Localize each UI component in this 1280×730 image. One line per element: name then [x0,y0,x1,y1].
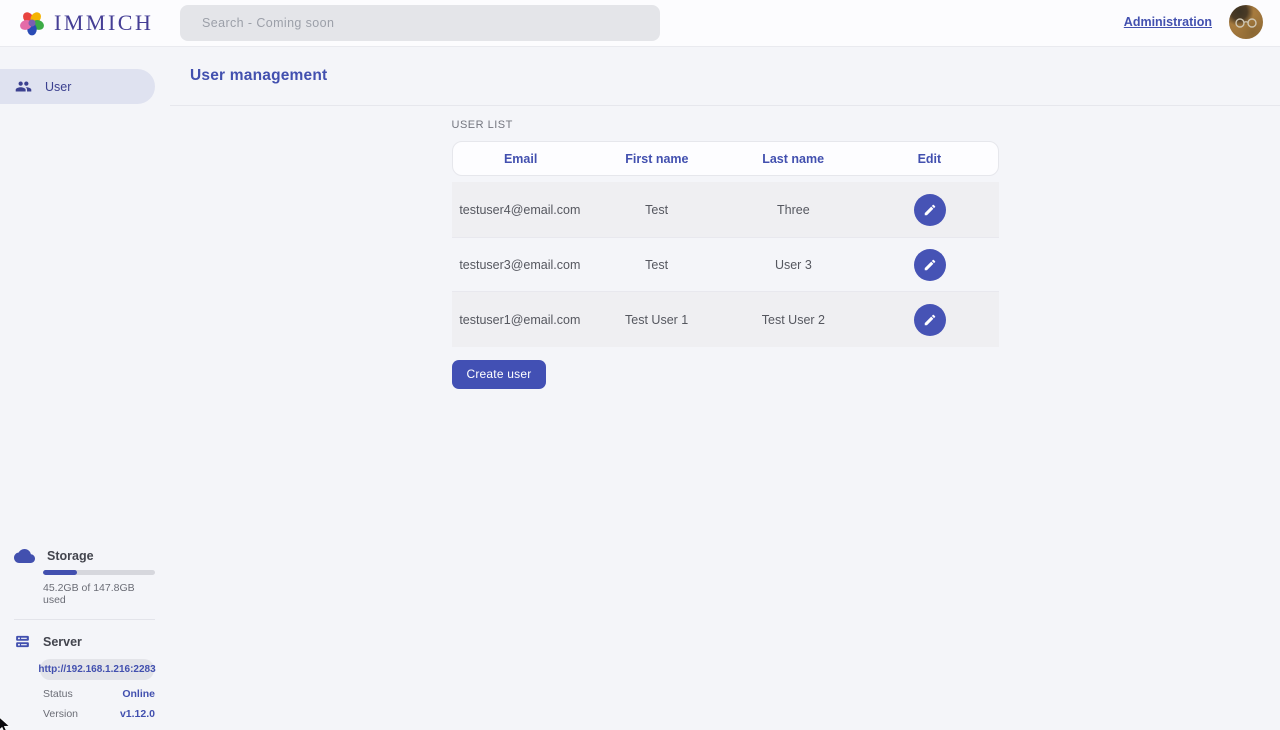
edit-user-button[interactable] [914,249,946,281]
server-icon [14,633,31,650]
administration-link[interactable]: Administration [1124,15,1212,29]
storage-progress-fill [43,570,77,575]
sidebar-item-label: User [45,80,71,94]
immich-admin-page: IMMICH Administration User [0,0,1280,730]
status-label: Status [43,688,73,700]
cell-email: testuser3@email.com [452,258,589,272]
cloud-icon [14,548,35,563]
pencil-icon [923,258,937,272]
user-avatar[interactable] [1229,5,1263,39]
server-version-row: Version v1.12.0 [43,708,155,720]
table-row: testuser4@email.com Test Three [452,182,999,237]
cell-last-name: User 3 [725,258,862,272]
cell-first-name: Test [588,258,725,272]
cell-email: testuser1@email.com [452,313,589,327]
status-value: Online [122,688,155,700]
admin-sidebar: User Storage 45.2GB of 147.8GB used [0,47,170,730]
column-header-edit: Edit [861,152,997,166]
column-header-email: Email [453,152,589,166]
users-icon [15,78,32,95]
main-content: User management USER LIST Email First na… [170,47,1280,730]
table-row: testuser3@email.com Test User 3 [452,237,999,292]
user-table-header: Email First name Last name Edit [452,141,999,176]
storage-section-header: Storage [14,548,155,563]
user-table-body: testuser4@email.com Test Three testuser3… [452,182,999,347]
edit-user-button[interactable] [914,194,946,226]
mouse-cursor-icon [0,715,13,730]
search-input[interactable] [180,5,660,41]
cell-edit [862,304,999,336]
column-header-first-name: First name [589,152,725,166]
page-title: User management [190,67,327,85]
pencil-icon [923,313,937,327]
cell-edit [862,249,999,281]
cell-first-name: Test User 1 [588,313,725,327]
version-label: Version [43,708,78,720]
cell-email: testuser4@email.com [452,203,589,217]
column-header-last-name: Last name [725,152,861,166]
immich-logo[interactable]: IMMICH [18,9,153,37]
cell-last-name: Test User 2 [725,313,862,327]
sidebar-divider [14,619,155,620]
cell-last-name: Three [725,203,862,217]
user-list-section: USER LIST Email First name Last name Edi… [452,119,999,389]
storage-usage-text: 45.2GB of 147.8GB used [43,582,155,606]
page-title-bar: User management [170,47,1280,106]
sidebar-footer: Storage 45.2GB of 147.8GB used [0,548,170,720]
table-row: testuser1@email.com Test User 1 Test Use… [452,292,999,347]
server-url-badge: http://192.168.1.216:2283 [40,659,154,680]
section-title: USER LIST [452,119,999,131]
pencil-icon [923,203,937,217]
glasses-icon [1233,18,1259,28]
cell-first-name: Test [588,203,725,217]
top-bar: IMMICH Administration [0,0,1280,47]
server-section-header: Server [14,633,155,650]
storage-progress-bar [43,570,155,575]
logo-wordmark: IMMICH [54,10,153,36]
server-status-row: Status Online [43,688,155,700]
immich-flower-icon [18,9,46,37]
user-table: Email First name Last name Edit testuser… [452,141,999,347]
create-user-button[interactable]: Create user [452,360,547,389]
version-value: v1.12.0 [120,708,155,720]
server-title: Server [43,635,82,649]
edit-user-button[interactable] [914,304,946,336]
cell-edit [862,194,999,226]
sidebar-item-users[interactable]: User [0,69,155,104]
storage-title: Storage [47,549,94,563]
